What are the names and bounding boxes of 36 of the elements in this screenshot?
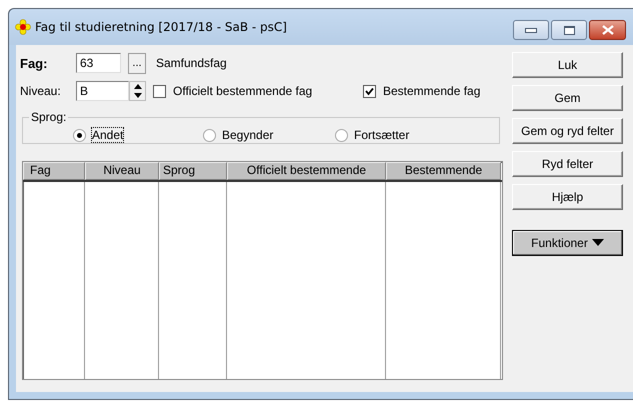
- checkbox[interactable]: [363, 84, 376, 98]
- menu-button[interactable]: Funktioner: [512, 230, 623, 256]
- minimize-button[interactable]: [513, 20, 549, 40]
- checkbox[interactable]: [153, 84, 166, 98]
- radio-button[interactable]: [73, 128, 86, 142]
- action-button[interactable]: Luk: [512, 52, 623, 78]
- close-button[interactable]: [589, 20, 626, 40]
- checkbox-label: Officielt bestemmende fag: [173, 84, 312, 98]
- window-title: Fag til studieretning [2017/18 - SaB - psC]: [35, 20, 287, 34]
- action-button[interactable]: Ryd felter: [512, 151, 623, 177]
- action-button[interactable]: Gem: [512, 85, 623, 111]
- radio-label: Begynder: [222, 128, 274, 142]
- spin-buttons[interactable]: [129, 81, 146, 101]
- radio-label: Fortsætter: [354, 128, 410, 142]
- field-label: Fag:: [20, 56, 48, 70]
- input-field[interactable]: B: [76, 81, 129, 101]
- column-header[interactable]: Officielt bestemmende: [227, 162, 386, 180]
- field-label: Niveau:: [20, 84, 62, 98]
- column-header[interactable]: Niveau: [85, 162, 159, 180]
- checkbox-label: Bestemmende fag: [383, 84, 480, 98]
- radio-button[interactable]: [335, 128, 348, 142]
- action-button[interactable]: Gem og ryd felter: [512, 118, 623, 144]
- column-header[interactable]: Sprog: [159, 162, 227, 180]
- subject-name: Samfundsfag: [156, 56, 227, 70]
- browse-button[interactable]: ...: [128, 52, 146, 74]
- close-icon: [602, 25, 614, 35]
- column-header[interactable]: Fag: [23, 162, 85, 180]
- input-field[interactable]: 63: [76, 53, 121, 73]
- radio-button[interactable]: [203, 128, 216, 142]
- group-label: Sprog:: [30, 110, 68, 124]
- column-header[interactable]: Bestemmende: [386, 162, 501, 180]
- radio-label: Andet: [92, 128, 124, 142]
- caret-icon: [592, 239, 604, 247]
- flower-icon: [15, 19, 31, 35]
- action-button[interactable]: Hjælp: [512, 184, 623, 210]
- maximize-button[interactable]: [551, 20, 587, 40]
